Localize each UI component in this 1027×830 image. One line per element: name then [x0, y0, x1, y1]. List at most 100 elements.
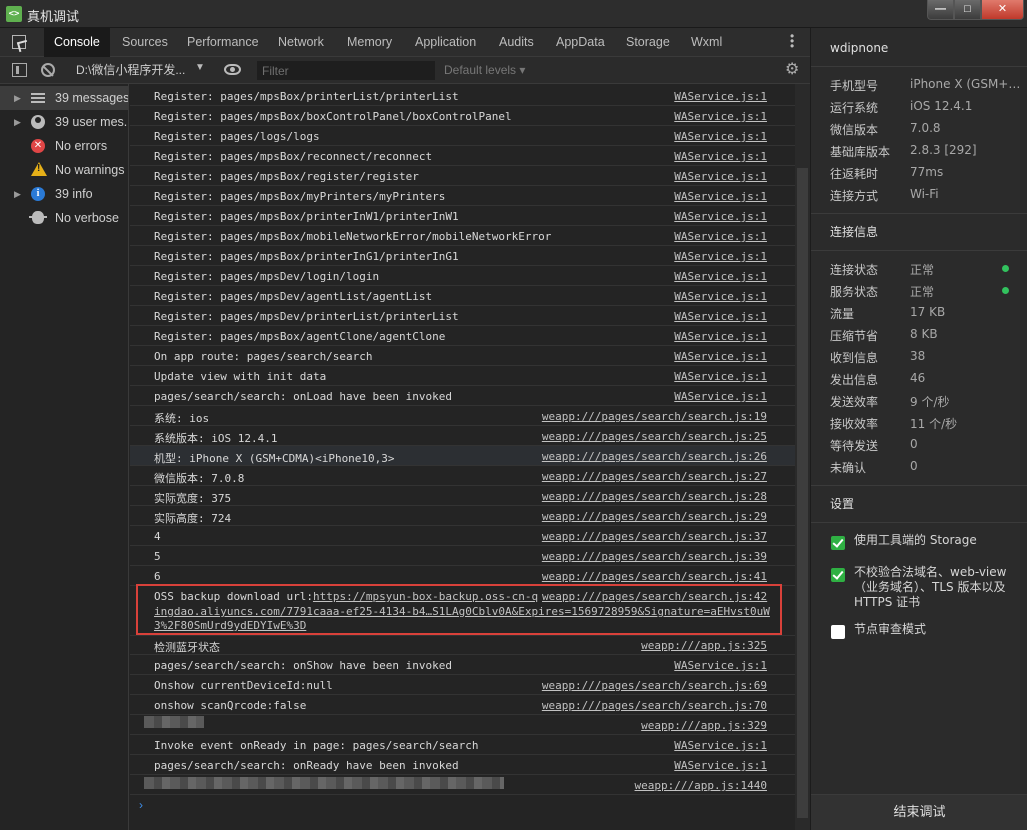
log-row: 5 weapp:///pages/search/search.js:39 — [130, 546, 795, 566]
log-message: On app route: pages/search/search — [154, 350, 373, 363]
log-source-link[interactable]: WAService.js:1 — [674, 90, 767, 103]
log-source-link[interactable]: WAService.js:1 — [674, 190, 767, 203]
log-source-link[interactable]: WAService.js:1 — [674, 110, 767, 123]
info-value: 46 — [910, 371, 926, 385]
tab-storage[interactable]: Storage — [616, 28, 680, 57]
inspect-element-icon[interactable] — [12, 35, 26, 49]
context-select[interactable]: D:\微信小程序开发... — [70, 61, 210, 80]
expand-caret-icon[interactable]: ▶ — [14, 110, 21, 134]
log-source-link[interactable]: weapp:///app.js:1440 — [635, 779, 767, 792]
tab-memory[interactable]: Memory — [337, 28, 402, 57]
log-source-link[interactable]: WAService.js:1 — [674, 310, 767, 323]
filter-input[interactable] — [257, 61, 435, 80]
log-source-link[interactable]: WAService.js:1 — [674, 210, 767, 223]
sidebar-item-errors[interactable]: ✕ No errors — [0, 134, 128, 158]
log-source-link[interactable]: weapp:///pages/search/search.js:37 — [542, 530, 767, 543]
log-source-link[interactable]: WAService.js:1 — [674, 370, 767, 383]
log-source-link[interactable]: WAService.js:1 — [674, 270, 767, 283]
scrollbar-thumb[interactable] — [797, 168, 808, 818]
expand-caret-icon[interactable]: ▶ — [14, 86, 21, 110]
sidebar-item-info[interactable]: ▶ i 39 info — [0, 182, 128, 206]
tab-performance[interactable]: Performance — [177, 28, 269, 57]
tab-network[interactable]: Network — [268, 28, 334, 57]
console-output[interactable]: Register: pages/mpsBox/printerList/print… — [130, 84, 795, 830]
log-source-link[interactable]: WAService.js:1 — [674, 759, 767, 772]
close-button[interactable]: ✕ — [981, 0, 1024, 20]
tab-application[interactable]: Application — [405, 28, 486, 57]
sidebar-item-label: No warnings — [55, 163, 125, 177]
log-source-link[interactable]: weapp:///pages/search/search.js:25 — [542, 430, 767, 443]
log-message: 检测蓝牙状态 — [154, 641, 220, 654]
log-row: weapp:///app.js:329 — [130, 715, 795, 735]
log-source-link[interactable]: weapp:///pages/search/search.js:28 — [542, 490, 767, 503]
node-inspect-label: 节点审查模式 — [854, 622, 927, 636]
log-source-link[interactable]: WAService.js:1 — [674, 230, 767, 243]
window-title: 真机调试 — [27, 10, 80, 25]
log-source-link[interactable]: WAService.js:1 — [674, 390, 767, 403]
log-source-link[interactable]: WAService.js:1 — [674, 739, 767, 752]
node-inspect-checkbox[interactable] — [831, 625, 845, 639]
console-sidebar: ▶ 39 messages ▶ 39 user mes... ✕ No erro… — [0, 84, 129, 830]
info-value: 38 — [910, 349, 926, 363]
chevron-down-icon[interactable]: ▼ — [195, 62, 205, 73]
tab-console[interactable]: Console — [44, 28, 110, 57]
end-debug-button[interactable]: 结束调试 — [811, 794, 1027, 830]
skip-domain-check-label: 不校验合法域名、web-view（业务域名）、TLS 版本以及 HTTPS 证书 — [854, 565, 1007, 609]
expand-caret-icon[interactable]: ▶ — [14, 182, 21, 206]
tab-audits[interactable]: Audits — [489, 28, 544, 57]
log-row: Register: pages/mpsBox/agentClone/agentC… — [130, 326, 795, 346]
console-prompt[interactable]: › — [139, 798, 143, 812]
storage-checkbox[interactable] — [831, 536, 845, 550]
toggle-sidebar-icon[interactable] — [12, 63, 27, 77]
log-source-link[interactable]: weapp:///pages/search/search.js:69 — [542, 679, 767, 692]
sidebar-item-label: No errors — [55, 139, 108, 153]
log-source-link[interactable]: WAService.js:1 — [674, 250, 767, 263]
log-row: Register: pages/mpsBox/printerList/print… — [130, 86, 795, 106]
log-source-link[interactable]: weapp:///app.js:329 — [641, 719, 767, 732]
log-row: Register: pages/logs/logs WAService.js:1 — [130, 126, 795, 146]
log-source-link[interactable]: weapp:///pages/search/search.js:70 — [542, 699, 767, 712]
status-ok-dot-icon — [1002, 287, 1009, 294]
log-source-link[interactable]: weapp:///pages/search/search.js:19 — [542, 410, 767, 423]
sidebar-item-verbose[interactable]: No verbose — [0, 206, 128, 230]
info-value: 0 — [910, 437, 918, 451]
log-levels-dropdown[interactable]: Default levels ▾ — [444, 61, 525, 80]
sidebar-item-messages[interactable]: ▶ 39 messages — [0, 86, 128, 110]
clear-console-icon[interactable] — [41, 63, 55, 77]
more-menu-icon[interactable]: • • • — [790, 30, 796, 52]
log-source-link[interactable]: weapp:///pages/search/search.js:39 — [542, 550, 767, 563]
tab-wxml[interactable]: Wxml — [681, 28, 732, 57]
log-source-link[interactable]: weapp:///pages/search/search.js:29 — [542, 510, 767, 523]
log-source-link[interactable]: WAService.js:1 — [674, 170, 767, 183]
log-row: pages/search/search: onReady have been i… — [130, 755, 795, 775]
log-message: 机型: iPhone X (GSM+CDMA)<iPhone10,3> — [154, 452, 395, 465]
log-source-link[interactable]: WAService.js:1 — [674, 659, 767, 672]
gear-icon[interactable]: ⚙ — [785, 61, 799, 79]
info-value: 9 个/秒 — [910, 395, 950, 409]
log-row: 6 weapp:///pages/search/search.js:41 — [130, 566, 795, 586]
log-source-link[interactable]: WAService.js:1 — [674, 150, 767, 163]
log-source-link[interactable]: WAService.js:1 — [674, 130, 767, 143]
tab-appdata[interactable]: AppData — [546, 28, 615, 57]
live-expression-eye-icon[interactable] — [224, 64, 241, 75]
sidebar-item-user-messages[interactable]: ▶ 39 user mes... — [0, 110, 128, 134]
log-source-link[interactable]: weapp:///pages/search/search.js:26 — [542, 450, 767, 463]
skip-domain-check-checkbox[interactable] — [831, 568, 845, 582]
sidebar-item-label: 39 info — [55, 187, 93, 201]
log-source-link[interactable]: weapp:///pages/search/search.js:41 — [542, 570, 767, 583]
info-key: 压缩节省 — [830, 329, 879, 343]
maximize-button[interactable]: □ — [954, 0, 981, 20]
console-scrollbar[interactable] — [795, 84, 810, 830]
sidebar-item-warnings[interactable]: ! No warnings — [0, 158, 128, 182]
log-source-link[interactable]: weapp:///pages/search/search.js:27 — [542, 470, 767, 483]
log-source-link[interactable]: WAService.js:1 — [674, 350, 767, 363]
highlight-annotation-box — [136, 584, 782, 635]
tab-sources[interactable]: Sources — [112, 28, 178, 57]
log-source-link[interactable]: WAService.js:1 — [674, 330, 767, 343]
minimize-button[interactable]: — — [927, 0, 954, 20]
log-row: Register: pages/mpsDev/login/login WAServ… — [130, 266, 795, 286]
log-source-link[interactable]: WAService.js:1 — [674, 290, 767, 303]
divider — [811, 66, 1027, 67]
log-row: 实际高度: 724 weapp:///pages/search/search.js… — [130, 506, 795, 526]
log-source-link[interactable]: weapp:///app.js:325 — [641, 639, 767, 652]
